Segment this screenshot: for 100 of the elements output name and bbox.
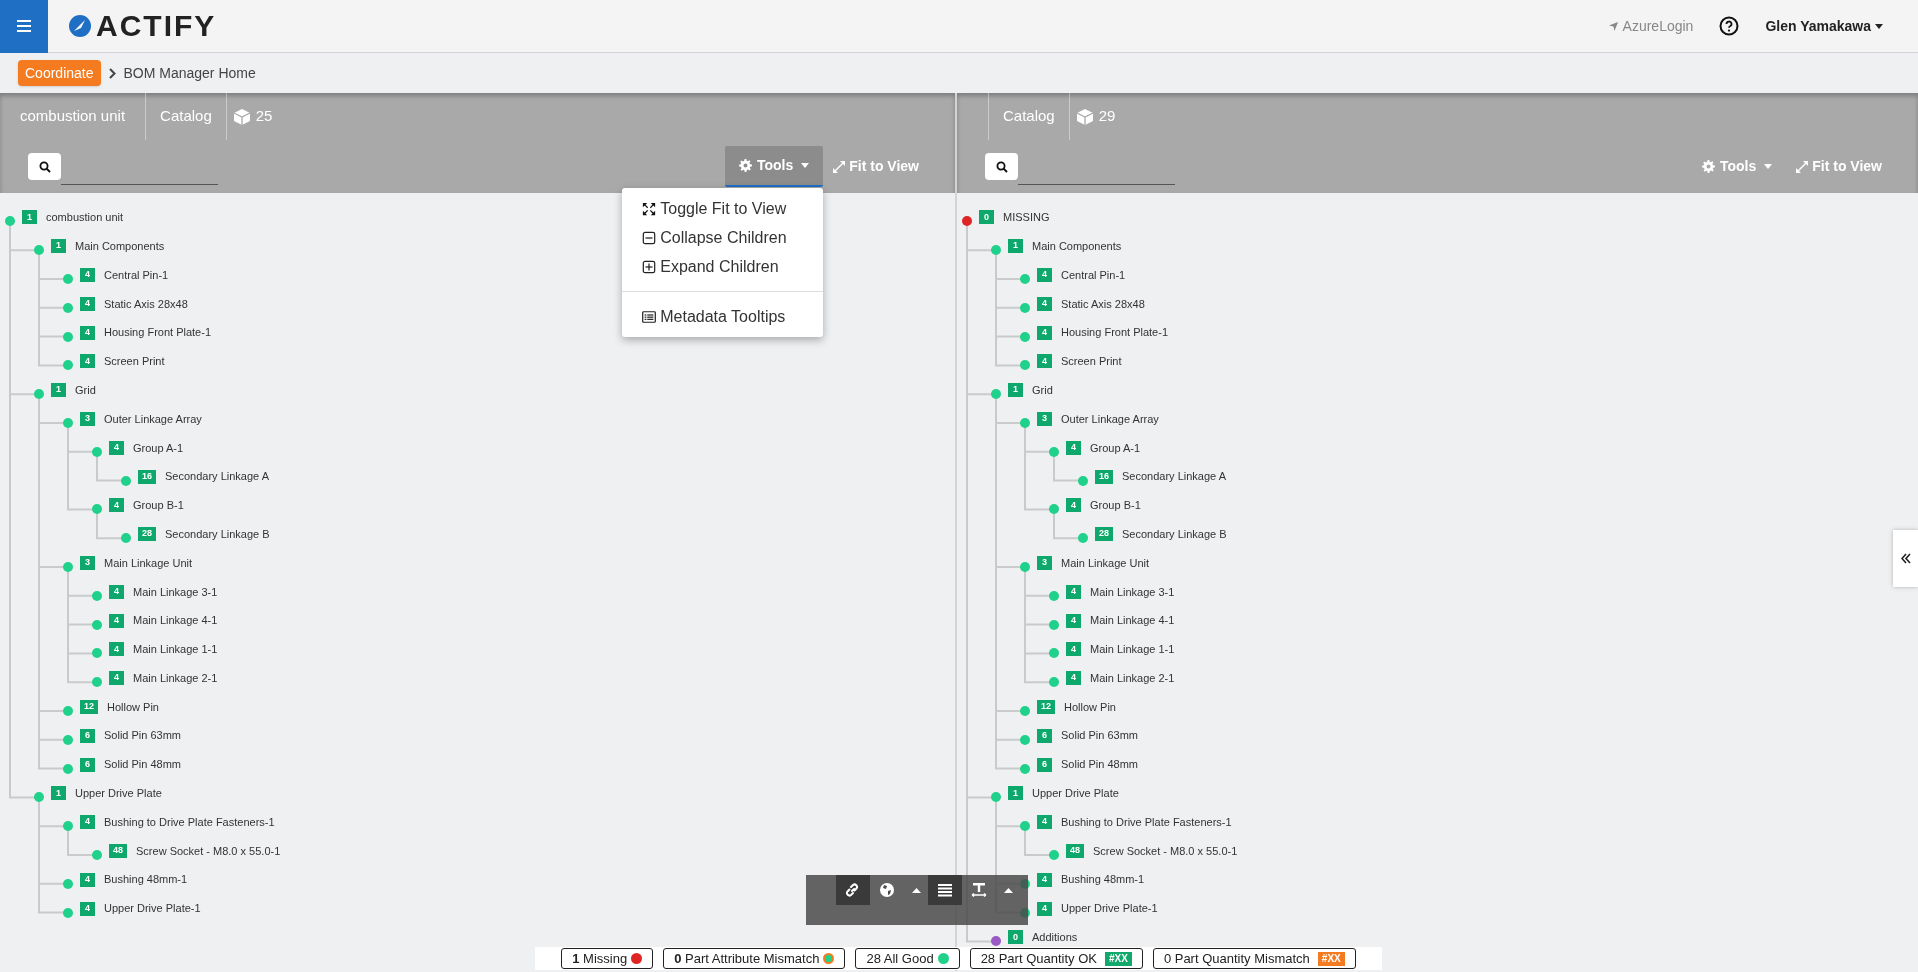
tree-node-label[interactable]: Screen Print — [1061, 353, 1122, 370]
tree-node-label[interactable]: combustion unit — [46, 209, 124, 226]
tree-node-label[interactable]: Additions — [1032, 929, 1078, 946]
tree-node-label[interactable]: Static Axis 28x48 — [1061, 295, 1145, 313]
quantity-badge: 28 — [138, 527, 156, 542]
tree-node-label[interactable]: Main Linkage 2-1 — [1090, 669, 1175, 687]
legend-label: 0 Part Quantity Mismatch — [1163, 949, 1310, 968]
tree-node-label[interactable]: Bushing to Drive Plate Fasteners-1 — [104, 813, 275, 831]
search-icon — [38, 160, 51, 173]
legend-label: 0 Part Attribute Mismatch — [674, 949, 820, 968]
tree-node-label[interactable]: Outer Linkage Array — [104, 410, 202, 428]
tree-node-label[interactable]: Main Components — [1032, 237, 1122, 255]
tree-node-label[interactable]: Main Linkage 2-1 — [133, 669, 218, 687]
tree-node-label[interactable]: Main Linkage Unit — [104, 554, 193, 572]
quantity-badge: 12 — [1037, 699, 1055, 714]
quantity-badge: 4 — [1066, 498, 1081, 513]
tree-node-label[interactable]: Solid Pin 48mm — [104, 756, 182, 773]
tree-node-label[interactable]: Secondary Linkage B — [1122, 525, 1227, 543]
legend-label: 1 Missing — [572, 949, 628, 968]
quantity-badge: 16 — [1095, 469, 1113, 484]
chevron-right-icon — [108, 67, 116, 79]
tree-node-label[interactable]: Secondary Linkage A — [165, 468, 269, 485]
menu-item[interactable]: Toggle Fit to View — [622, 194, 824, 223]
quantity-tag: #XX — [1317, 951, 1345, 966]
text-width-icon — [971, 882, 987, 898]
tree-node-label[interactable]: Bushing 48mm-1 — [1061, 871, 1145, 888]
quantity-badge: 1 — [51, 239, 66, 254]
quantity-badge: 4 — [109, 671, 124, 686]
tree-node-label[interactable]: Solid Pin 63mm — [1061, 727, 1139, 744]
tree-node-label[interactable]: Group A-1 — [133, 439, 184, 456]
caret-up-icon — [1003, 887, 1013, 893]
tree-node-label[interactable]: Housing Front Plate-1 — [104, 324, 211, 341]
quantity-badge: 4 — [109, 613, 124, 628]
tree-node-label[interactable]: Outer Linkage Array — [1061, 410, 1159, 428]
help-button[interactable] — [1719, 16, 1740, 36]
tree-node-label[interactable]: MISSING — [1003, 209, 1050, 226]
toolbar-button[interactable] — [836, 875, 870, 905]
quantity-badge: 4 — [1037, 815, 1052, 830]
tree-node-label[interactable]: Bushing to Drive Plate Fasteners-1 — [1061, 813, 1232, 831]
cube-icon — [232, 107, 251, 126]
tree-node-label[interactable]: Screw Socket - M8.0 x 55.0-1 — [136, 842, 281, 860]
quantity-badge: 48 — [1066, 843, 1084, 858]
tree-node-label[interactable]: Main Linkage 1-1 — [133, 641, 218, 658]
search-button[interactable] — [28, 153, 61, 180]
quantity-badge: 1 — [1008, 786, 1023, 801]
tree-node-label[interactable]: Group B-1 — [1090, 497, 1141, 514]
tree-node-label[interactable]: Secondary Linkage A — [1122, 468, 1226, 485]
tree-node-label[interactable]: Solid Pin 48mm — [1061, 756, 1139, 773]
quantity-badge: 6 — [80, 728, 95, 743]
tree-node-label[interactable]: Hollow Pin — [1064, 698, 1116, 716]
quantity-badge: 4 — [1037, 296, 1052, 311]
quantity-badge: 4 — [1066, 613, 1081, 628]
tree-node-label[interactable]: Static Axis 28x48 — [104, 295, 188, 313]
part-count: 25 — [255, 106, 273, 127]
tree-node-label[interactable]: Central Pin-1 — [1061, 266, 1126, 284]
tree-node-label[interactable]: Main Linkage 4-1 — [133, 612, 218, 629]
tree-node-label[interactable]: Group B-1 — [133, 497, 184, 514]
catalog-label: Catalog — [989, 93, 1070, 140]
tree-node-label[interactable]: Screen Print — [104, 353, 165, 370]
tree-node-label[interactable]: Group A-1 — [1090, 439, 1141, 456]
link-icon — [845, 882, 861, 898]
tree-node-label[interactable]: Main Components — [75, 237, 165, 255]
tree-node-label[interactable]: Main Linkage 4-1 — [1090, 612, 1175, 629]
catalog-label: Catalog — [146, 93, 227, 140]
tree-node-label[interactable]: Housing Front Plate-1 — [1061, 324, 1168, 341]
tree-node-label[interactable]: Grid — [1032, 381, 1053, 399]
quantity-badge: 16 — [138, 469, 156, 484]
menu-item[interactable]: Expand Children — [622, 252, 824, 281]
tree-node-label[interactable]: Main Linkage Unit — [1061, 554, 1150, 572]
menu-item[interactable]: Collapse Children — [622, 223, 824, 252]
tree-node-label[interactable]: Central Pin-1 — [104, 266, 169, 284]
toolbar-button[interactable] — [928, 875, 962, 905]
quantity-badge: 48 — [109, 843, 127, 858]
quantity-badge: 4 — [80, 296, 95, 311]
tree-node-label[interactable]: Secondary Linkage B — [165, 525, 270, 543]
quantity-badge: 4 — [1066, 584, 1081, 599]
search-button[interactable] — [985, 153, 1018, 180]
logo-text: ACTIFY — [96, 11, 217, 41]
globe-icon — [879, 882, 895, 898]
tree-node-label[interactable]: Main Linkage 3-1 — [133, 583, 218, 600]
quantity-badge: 4 — [1066, 642, 1081, 657]
user-menu[interactable]: Glen Yamakawa — [1765, 15, 1883, 37]
list-card-icon — [642, 309, 657, 324]
tree-node-label[interactable]: Hollow Pin — [107, 698, 159, 716]
tree-node-label[interactable]: Main Linkage 1-1 — [1090, 641, 1175, 658]
menu-button[interactable] — [0, 0, 48, 53]
menu-item[interactable]: Metadata Tooltips — [622, 302, 824, 331]
tree-node-label[interactable]: Upper Drive Plate-1 — [104, 900, 201, 917]
tree-node-label[interactable]: Bushing 48mm-1 — [104, 871, 188, 888]
tree-node-label[interactable]: Upper Drive Plate-1 — [1061, 900, 1158, 917]
quantity-badge: 1 — [22, 210, 37, 225]
tree-node-label[interactable]: Upper Drive Plate — [1032, 785, 1119, 802]
quantity-badge: 4 — [80, 268, 95, 282]
collapse-panel-button[interactable] — [1893, 530, 1918, 587]
tree-node-label[interactable]: Screw Socket - M8.0 x 55.0-1 — [1093, 842, 1238, 860]
tree-node-label[interactable]: Solid Pin 63mm — [104, 727, 182, 744]
tree-node-label[interactable]: Main Linkage 3-1 — [1090, 583, 1175, 600]
tree-node-label[interactable]: Upper Drive Plate — [75, 785, 162, 802]
tree-node-label[interactable]: Grid — [75, 381, 96, 399]
quantity-badge: 3 — [80, 555, 95, 570]
